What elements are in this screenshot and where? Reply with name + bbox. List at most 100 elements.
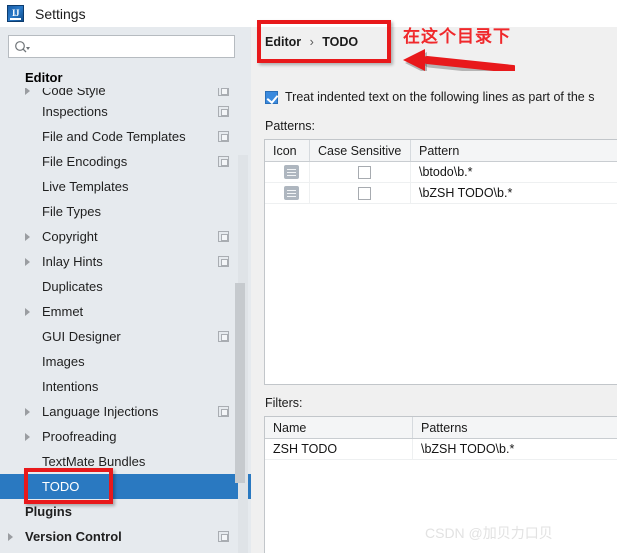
breadcrumb: Editor › TODO [265, 35, 358, 49]
tree-group-header-editor: Editor [0, 67, 251, 88]
window-titlebar: IJ Settings [0, 0, 617, 27]
breadcrumb-leaf: TODO [322, 35, 359, 49]
intellij-idea-logo-icon: IJ [7, 5, 24, 22]
chevron-right-icon[interactable] [25, 433, 30, 441]
sidebar-item-label: File Types [42, 204, 102, 219]
sidebar-scrollbar-thumb[interactable] [235, 283, 245, 483]
sidebar-item-label: Live Templates [42, 179, 129, 194]
sidebar-item-version-control[interactable]: Version Control [0, 524, 251, 549]
chevron-right-icon[interactable] [25, 233, 30, 241]
chevron-right-icon[interactable] [25, 408, 30, 416]
sidebar-item-intentions[interactable]: Intentions [0, 374, 251, 399]
todo-settings-panel: Editor › TODO Treat indented text on the… [255, 27, 617, 553]
sidebar-item-label: Plugins [25, 504, 72, 519]
copy-settings-badge-icon [218, 531, 229, 542]
column-header-case-sensitive[interactable]: Case Sensitive [310, 140, 411, 161]
case-sensitive-checkbox[interactable] [357, 186, 371, 200]
tree-item-label: Code Style [42, 88, 106, 98]
sidebar-item-textmate-bundles[interactable]: TextMate Bundles [0, 449, 251, 474]
pattern-value-cell[interactable]: \btodo\b.* [411, 162, 617, 182]
copy-settings-badge-icon [218, 106, 229, 117]
sidebar-item-plugins[interactable]: Plugins [0, 499, 251, 524]
sidebar-item-label: File and Code Templates [42, 129, 186, 144]
copy-settings-badge-icon [218, 331, 229, 342]
sidebar-item-file-encodings[interactable]: File Encodings [0, 149, 251, 174]
sidebar-item-label: Version Control [25, 529, 122, 544]
filters-table-row[interactable]: ZSH TODO \bZSH TODO\b.* [265, 439, 617, 460]
patterns-table-row[interactable]: \bZSH TODO\b.* [265, 183, 617, 204]
sidebar-item-copyright[interactable]: Copyright [0, 224, 251, 249]
copy-settings-badge-icon [218, 131, 229, 142]
pattern-icon-cell[interactable] [265, 162, 310, 182]
window-title: Settings [35, 5, 86, 22]
sidebar-item-label: Inlay Hints [42, 254, 103, 269]
patterns-table[interactable]: Icon Case Sensitive Pattern \btodo\b.* \b… [264, 139, 617, 385]
sidebar-item-inlay-hints[interactable]: Inlay Hints [0, 249, 251, 274]
sidebar-item-duplicates[interactable]: Duplicates [0, 274, 251, 299]
sidebar-item-label: Language Injections [42, 404, 159, 419]
breadcrumb-root[interactable]: Editor [265, 35, 301, 49]
sidebar-item-label: Copyright [42, 229, 98, 244]
watermark: CSDN @加贝力口贝 [425, 525, 553, 541]
copy-settings-badge-icon [218, 256, 229, 267]
column-header-patterns[interactable]: Patterns [413, 417, 617, 438]
copy-settings-badge-icon [218, 88, 229, 96]
sidebar-item-label: Intentions [42, 379, 99, 394]
tree-item-code-style-clipped[interactable]: Code Style [0, 88, 251, 99]
sidebar-item-live-templates[interactable]: Live Templates [0, 174, 251, 199]
filter-name-cell[interactable]: ZSH TODO [265, 439, 413, 459]
sidebar-item-label: Emmet [42, 304, 84, 319]
copy-settings-badge-icon [218, 156, 229, 167]
settings-dialog: IJ Settings Editor Code Style Inspection… [0, 0, 617, 553]
chevron-right-icon[interactable] [25, 308, 30, 316]
chevron-right-icon [25, 88, 30, 95]
pattern-icon-cell[interactable] [265, 183, 310, 203]
settings-sidebar: Editor Code Style Inspections File and Co… [0, 27, 251, 553]
list-icon [283, 165, 299, 179]
chevron-right-icon[interactable] [25, 258, 30, 266]
column-header-icon[interactable]: Icon [265, 140, 310, 161]
patterns-table-row[interactable]: \btodo\b.* [265, 162, 617, 183]
filters-table-header: Name Patterns [265, 417, 617, 439]
pattern-value-cell[interactable]: \bZSH TODO\b.* [411, 183, 617, 203]
search-input[interactable] [35, 36, 233, 57]
patterns-table-header: Icon Case Sensitive Pattern [265, 140, 617, 162]
sidebar-scrollbar-track[interactable] [235, 155, 248, 553]
list-icon [283, 186, 299, 200]
copy-settings-badge-icon [218, 406, 229, 417]
chevron-right-icon[interactable] [8, 533, 13, 541]
filter-patterns-cell[interactable]: \bZSH TODO\b.* [413, 439, 617, 459]
treat-indented-text-label: Treat indented text on the following lin… [285, 90, 595, 104]
sidebar-item-emmet[interactable]: Emmet [0, 299, 251, 324]
sidebar-item-label: Proofreading [42, 429, 117, 444]
treat-indented-text-checkbox[interactable] [265, 91, 278, 104]
column-header-name[interactable]: Name [265, 417, 413, 438]
case-sensitive-cell[interactable] [310, 183, 411, 203]
sidebar-item-language-injections[interactable]: Language Injections [0, 399, 251, 424]
search-box[interactable] [8, 35, 235, 58]
sidebar-item-images[interactable]: Images [0, 349, 251, 374]
column-header-pattern[interactable]: Pattern [411, 140, 617, 161]
case-sensitive-checkbox[interactable] [357, 165, 371, 179]
sidebar-item-proofreading[interactable]: Proofreading [0, 424, 251, 449]
sidebar-item-label: GUI Designer [42, 329, 121, 344]
sidebar-item-label: Images [42, 354, 85, 369]
breadcrumb-separator-icon: › [309, 35, 314, 49]
filters-section-label: Filters: [265, 396, 303, 410]
sidebar-item-label: Duplicates [42, 279, 103, 294]
search-icon [15, 41, 30, 53]
sidebar-item-file-and-code-templates[interactable]: File and Code Templates [0, 124, 251, 149]
case-sensitive-cell[interactable] [310, 162, 411, 182]
sidebar-item-label: TODO [42, 479, 80, 494]
settings-tree: Editor Code Style Inspections File and Co… [0, 67, 251, 553]
sidebar-item-file-types[interactable]: File Types [0, 199, 251, 224]
sidebar-item-todo[interactable]: TODO [0, 474, 251, 499]
patterns-section-label: Patterns: [265, 119, 316, 133]
sidebar-item-gui-designer[interactable]: GUI Designer [0, 324, 251, 349]
sidebar-item-label: Inspections [42, 104, 108, 119]
sidebar-item-label: TextMate Bundles [42, 454, 146, 469]
annotation-note-text: 在这个目录下 [403, 27, 511, 46]
sidebar-item-inspections[interactable]: Inspections [0, 99, 251, 124]
treat-indented-text-checkbox-row[interactable]: Treat indented text on the following lin… [265, 90, 594, 104]
copy-settings-badge-icon [218, 231, 229, 242]
